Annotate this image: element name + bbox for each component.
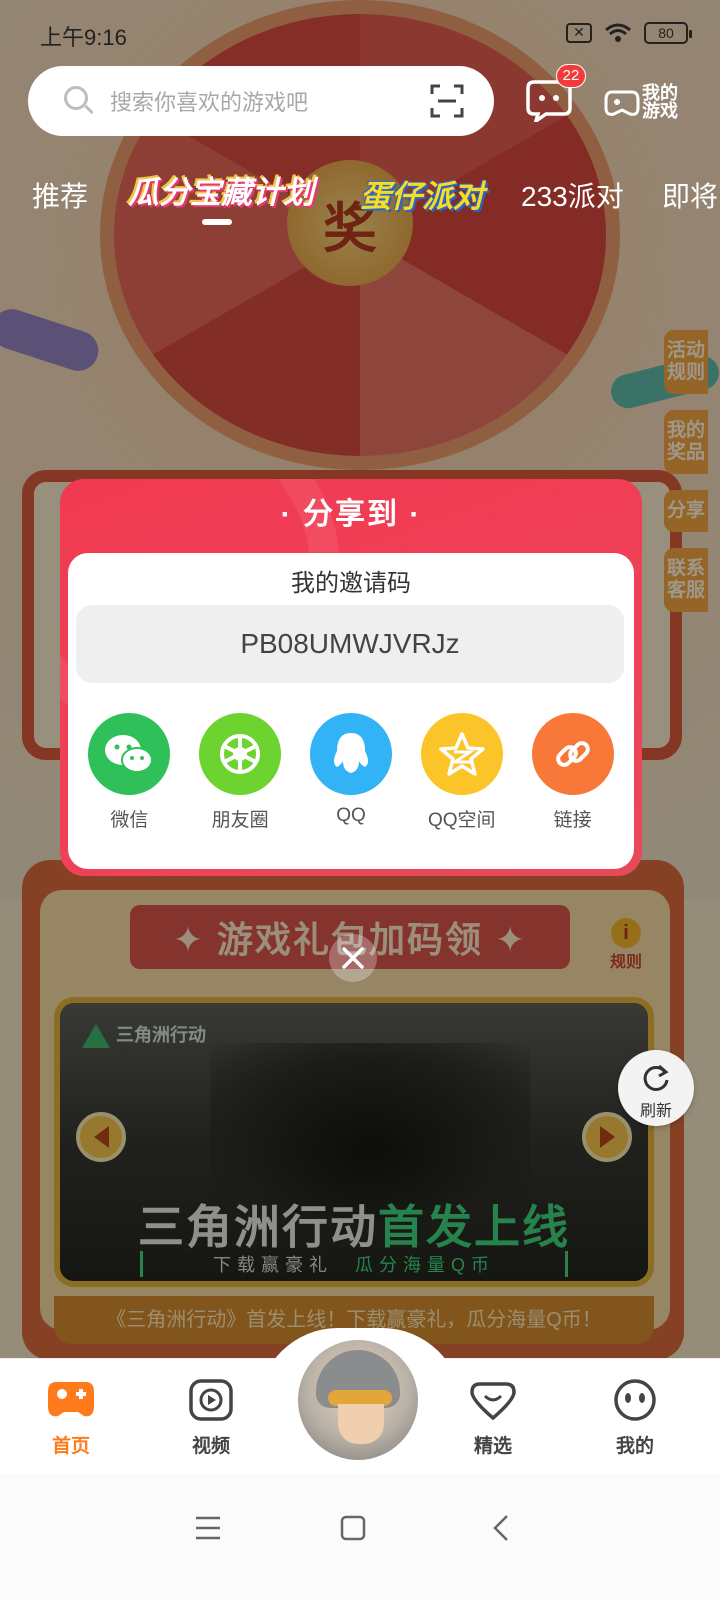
share-qq-button[interactable]: QQ: [301, 713, 401, 832]
share-qzone-label: QQ空间: [428, 810, 496, 831]
share-moments-button[interactable]: 朋友圈: [190, 713, 290, 832]
close-dialog-button[interactable]: [329, 934, 377, 982]
heart-icon: [470, 1382, 516, 1421]
back-icon[interactable]: [482, 1508, 522, 1548]
nav-home[interactable]: 首页: [26, 1378, 116, 1458]
refresh-label: 刷新: [639, 1103, 672, 1120]
wifi-icon: [605, 23, 631, 42]
share-options: 微信 朋友圈 QQ QQ空间 链接: [68, 713, 634, 832]
invite-code-field[interactable]: PB08UMWJVRJz: [76, 605, 624, 683]
share-wechat-button[interactable]: 微信: [79, 713, 179, 832]
share-qzone-button[interactable]: QQ空间: [412, 713, 512, 832]
refresh-icon: [643, 1064, 669, 1091]
tab-treasure-plan[interactable]: 瓜分宝藏计划: [128, 167, 314, 212]
status-icons: ✕ 80: [566, 22, 692, 44]
search-placeholder: 搜索你喜欢的游戏吧: [110, 90, 309, 115]
status-time: 上午9:16: [40, 25, 127, 50]
active-tab-indicator: [202, 219, 232, 225]
gamepad-icon: [48, 1382, 94, 1417]
refresh-button[interactable]: 刷新: [618, 1050, 694, 1126]
tab-recommend[interactable]: 推荐: [32, 175, 88, 215]
share-dialog: · 分享到 · 我的邀请码 PB08UMWJVRJz 微信 朋友圈 QQ QQ空…: [60, 479, 642, 876]
system-nav-bar: [0, 1474, 720, 1600]
nav-home-label: 首页: [51, 1436, 90, 1457]
invite-code-label: 我的邀请码: [291, 570, 411, 597]
avatar-face: [338, 1404, 384, 1444]
nav-video-label: 视频: [191, 1436, 230, 1457]
search-icon: [62, 84, 96, 118]
nav-video[interactable]: 视频: [166, 1378, 256, 1458]
qzone-icon: [420, 713, 503, 795]
gamepad-icon: [604, 90, 640, 116]
nav-mine[interactable]: 我的: [590, 1378, 680, 1458]
share-link-button[interactable]: 链接: [523, 713, 623, 832]
tab-eggy-party[interactable]: 蛋仔派对: [360, 171, 484, 216]
my-games-button[interactable]: 我的游戏: [604, 80, 684, 124]
menu-icon[interactable]: [188, 1508, 228, 1548]
share-dialog-title: · 分享到 ·: [280, 498, 422, 531]
center-avatar-button[interactable]: [298, 1340, 418, 1460]
tab-upcoming[interactable]: 即将: [662, 175, 718, 215]
close-icon: [342, 947, 364, 969]
nav-mine-label: 我的: [615, 1436, 654, 1457]
share-card: 我的邀请码 PB08UMWJVRJz 微信 朋友圈 QQ QQ空间 链接: [68, 553, 634, 869]
wechat-icon: [88, 713, 171, 795]
moments-icon: [199, 713, 282, 795]
search-bar[interactable]: 搜索你喜欢的游戏吧: [28, 66, 494, 136]
tab-233-party[interactable]: 233派对: [521, 175, 624, 215]
link-icon: [531, 713, 614, 795]
battery-icon: 80: [644, 22, 692, 44]
message-badge: 22: [556, 64, 586, 88]
no-sim-icon: ✕: [566, 23, 592, 43]
my-games-label: 我的游戏: [642, 83, 678, 121]
share-moments-label: 朋友圈: [211, 810, 269, 831]
nav-featured-label: 精选: [473, 1436, 512, 1457]
status-bar: 上午9:16 ✕ 80: [0, 0, 720, 64]
video-icon: [189, 1379, 233, 1421]
nav-featured[interactable]: 精选: [448, 1378, 538, 1458]
face-icon: [614, 1379, 656, 1421]
scan-icon[interactable]: [430, 84, 464, 118]
share-link-label: 链接: [553, 810, 592, 831]
category-tabs: 推荐 瓜分宝藏计划 蛋仔派对 233派对 即将: [0, 165, 720, 225]
home-square-icon[interactable]: [333, 1508, 373, 1548]
qq-icon: [309, 713, 392, 795]
share-wechat-label: 微信: [110, 810, 149, 831]
share-qq-label: QQ: [336, 805, 366, 826]
